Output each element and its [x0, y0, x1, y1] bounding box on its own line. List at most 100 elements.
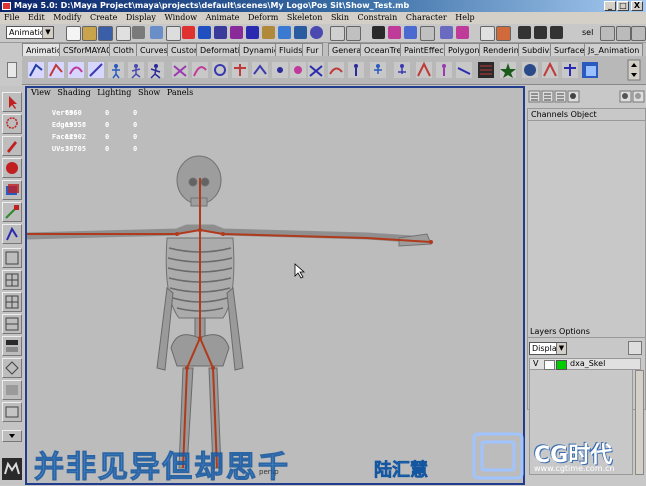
- layer-row[interactable]: V dxa_Skel: [529, 358, 641, 370]
- wire-deformer-icon[interactable]: [328, 62, 344, 78]
- construction-history-icon[interactable]: [420, 26, 435, 41]
- select-tool-icon[interactable]: [2, 92, 22, 112]
- show-attribute-editor-icon[interactable]: [600, 26, 615, 41]
- new-scene-icon[interactable]: [66, 26, 81, 41]
- layer-template-toggle[interactable]: [544, 360, 555, 370]
- shelf-menu-icon[interactable]: [7, 62, 17, 78]
- menu-character[interactable]: Character: [406, 13, 447, 22]
- skin-bind-icon[interactable]: [172, 62, 188, 78]
- channel-box-toggle-icon[interactable]: [528, 90, 541, 103]
- menu-animate[interactable]: Animate: [206, 13, 240, 22]
- lattice-icon[interactable]: [308, 62, 324, 78]
- mask-icon-2[interactable]: [182, 26, 195, 39]
- save-scene-icon[interactable]: [98, 26, 113, 41]
- snap-point-icon[interactable]: [480, 26, 495, 41]
- key-breakdown-icon[interactable]: [436, 62, 452, 78]
- shelf-tab-fur[interactable]: Fur: [302, 43, 323, 56]
- menu-help[interactable]: Help: [455, 13, 474, 22]
- cluster-icon[interactable]: [290, 62, 306, 78]
- render-toggle-icon[interactable]: [619, 90, 632, 103]
- manipulator-tool-icon[interactable]: [2, 224, 22, 244]
- options-menu[interactable]: Options: [559, 327, 590, 336]
- select-by-hierarchy-icon[interactable]: [116, 26, 131, 41]
- mask-icon-7[interactable]: [262, 26, 275, 39]
- constraint-scale-icon[interactable]: [252, 62, 268, 78]
- layout-persp-graph-icon[interactable]: [2, 314, 22, 334]
- layout-extra-icon[interactable]: [2, 402, 22, 422]
- ik-spline-icon[interactable]: [68, 62, 84, 78]
- snap-view-icon[interactable]: [440, 26, 453, 39]
- close-button[interactable]: X: [631, 1, 643, 11]
- shelf-scroll-icon[interactable]: [627, 59, 641, 81]
- layout-single-icon[interactable]: [2, 248, 22, 268]
- mask-icon-8[interactable]: [278, 26, 291, 39]
- select-by-component-icon[interactable]: [150, 26, 163, 39]
- scale-tool-icon[interactable]: [2, 202, 22, 222]
- cube-gradient-icon[interactable]: [582, 62, 598, 78]
- quick-select-icon[interactable]: [542, 61, 558, 78]
- render-globals-icon[interactable]: [550, 26, 563, 39]
- layers-menu[interactable]: Layers: [530, 327, 556, 336]
- sculpt-icon[interactable]: [348, 62, 364, 78]
- mask-icon-3[interactable]: [198, 26, 211, 39]
- maximize-button[interactable]: □: [617, 1, 629, 11]
- constraint-aim-icon[interactable]: [212, 62, 228, 78]
- layout-custom-icon[interactable]: [2, 380, 22, 400]
- ipr-render-icon[interactable]: [534, 26, 547, 39]
- layer-display-dropdown[interactable]: Display ▼: [529, 342, 567, 355]
- figure-walk-icon[interactable]: [128, 62, 144, 79]
- tool-settings-toggle-icon[interactable]: [567, 90, 580, 103]
- node-editor-icon[interactable]: [562, 62, 578, 78]
- open-scene-icon[interactable]: [82, 26, 97, 41]
- dope-sheet-icon[interactable]: [478, 62, 494, 78]
- make-live-icon[interactable]: [496, 26, 511, 41]
- mask-icon-10[interactable]: [310, 26, 323, 39]
- mask-icon-5[interactable]: [230, 26, 243, 39]
- minimize-button[interactable]: _: [604, 1, 616, 11]
- new-layer-icon[interactable]: [628, 341, 642, 355]
- star-icon[interactable]: [500, 62, 516, 78]
- toolbox-scroll-down-icon[interactable]: [2, 430, 22, 442]
- menu-deform[interactable]: Deform: [248, 13, 278, 22]
- skeleton-model[interactable]: [27, 88, 523, 483]
- menu-window[interactable]: Window: [165, 13, 198, 22]
- perspective-viewport[interactable]: View Shading Lighting Show Panels Verts:…: [25, 86, 525, 485]
- layer-visibility-toggle[interactable]: V: [533, 359, 538, 369]
- layout-four-icon[interactable]: [2, 270, 22, 290]
- figure-run-icon[interactable]: [148, 62, 164, 79]
- character-set-icon[interactable]: [370, 62, 386, 78]
- layout-hypershade-icon[interactable]: [2, 336, 22, 356]
- layout-split-icon[interactable]: [2, 292, 22, 312]
- show-tool-settings-icon[interactable]: [616, 26, 631, 41]
- layer-editor-toggle-icon[interactable]: [541, 90, 554, 103]
- mask-icon-4[interactable]: [214, 26, 227, 39]
- set-key-icon[interactable]: [416, 61, 432, 78]
- menu-create[interactable]: Create: [90, 13, 117, 22]
- shelf-tab-cloth[interactable]: Cloth: [109, 43, 138, 56]
- mask-icon-9[interactable]: [294, 26, 307, 39]
- move-tool-icon[interactable]: [2, 158, 22, 178]
- history-icon[interactable]: [372, 26, 385, 39]
- sphere-target-icon[interactable]: [522, 62, 538, 78]
- mask-icon-1[interactable]: [166, 26, 181, 41]
- lasso-tool-icon[interactable]: [2, 114, 22, 134]
- input-ops-icon[interactable]: [388, 26, 401, 39]
- menu-file[interactable]: File: [4, 13, 19, 22]
- output-ops-icon[interactable]: [404, 26, 417, 39]
- layer-color-swatch[interactable]: [556, 360, 567, 370]
- snap-curve-icon[interactable]: [346, 26, 361, 41]
- snap-live-icon[interactable]: [456, 26, 469, 39]
- constraint-parent-icon[interactable]: [272, 62, 288, 78]
- render-icon[interactable]: [518, 26, 531, 39]
- help-toggle-icon[interactable]: [632, 90, 645, 103]
- select-by-object-icon[interactable]: [132, 26, 145, 39]
- menu-modify[interactable]: Modify: [53, 13, 81, 22]
- shelf-tab-js-animation[interactable]: Js_Animation: [584, 43, 644, 56]
- layer-list-scrollbar[interactable]: [635, 370, 644, 475]
- menu-skin[interactable]: Skin: [331, 13, 349, 22]
- rotate-tool-icon[interactable]: [2, 180, 22, 200]
- object-menu[interactable]: Object: [571, 110, 597, 119]
- joint-tool-icon[interactable]: [28, 62, 44, 78]
- attribute-editor-toggle-icon[interactable]: [554, 90, 567, 103]
- menu-edit[interactable]: Edit: [28, 13, 45, 22]
